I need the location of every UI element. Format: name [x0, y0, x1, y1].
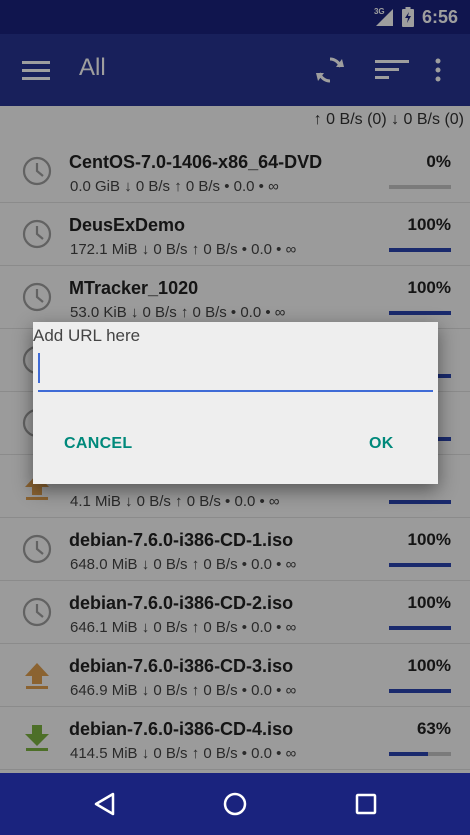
ok-button[interactable]: OK	[361, 424, 402, 464]
screen: 3G 6:56 All ↑ 0 B/s (0) ↓ 0 B/s (0) Cent…	[0, 0, 470, 835]
dialog-title: Add URL here	[33, 326, 141, 345]
system-nav-bar	[0, 773, 470, 835]
recents-square-icon	[355, 793, 377, 815]
url-input[interactable]	[38, 348, 433, 392]
recents-button[interactable]	[346, 786, 386, 822]
text-caret	[38, 353, 40, 383]
back-button[interactable]	[85, 786, 125, 822]
add-url-dialog: Add URL here CANCEL OK	[33, 322, 438, 484]
cancel-button[interactable]: CANCEL	[56, 424, 140, 464]
back-triangle-icon	[94, 792, 115, 816]
home-circle-icon	[223, 792, 247, 816]
home-button[interactable]	[215, 786, 255, 822]
